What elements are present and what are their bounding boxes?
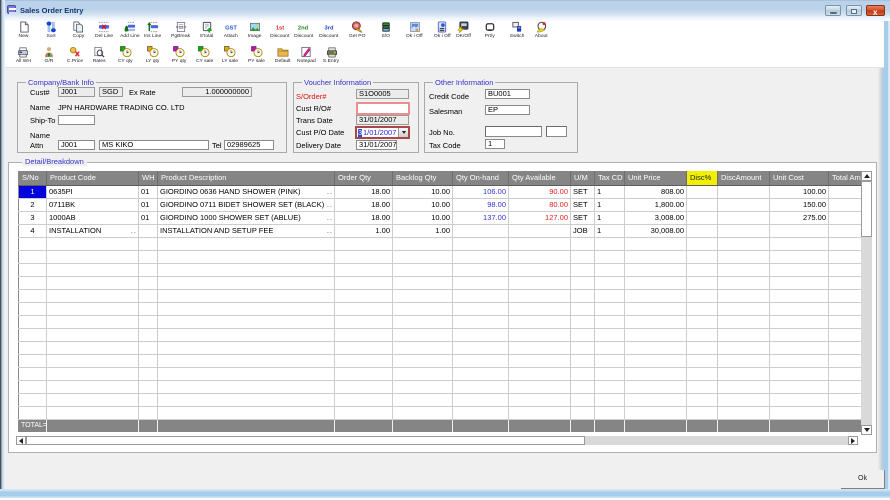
svg-text:GST: GST — [225, 25, 237, 31]
svg-text:3rd: 3rd — [324, 25, 333, 31]
svg-text:1st: 1st — [275, 25, 283, 31]
svg-text:2nd: 2nd — [298, 25, 309, 31]
